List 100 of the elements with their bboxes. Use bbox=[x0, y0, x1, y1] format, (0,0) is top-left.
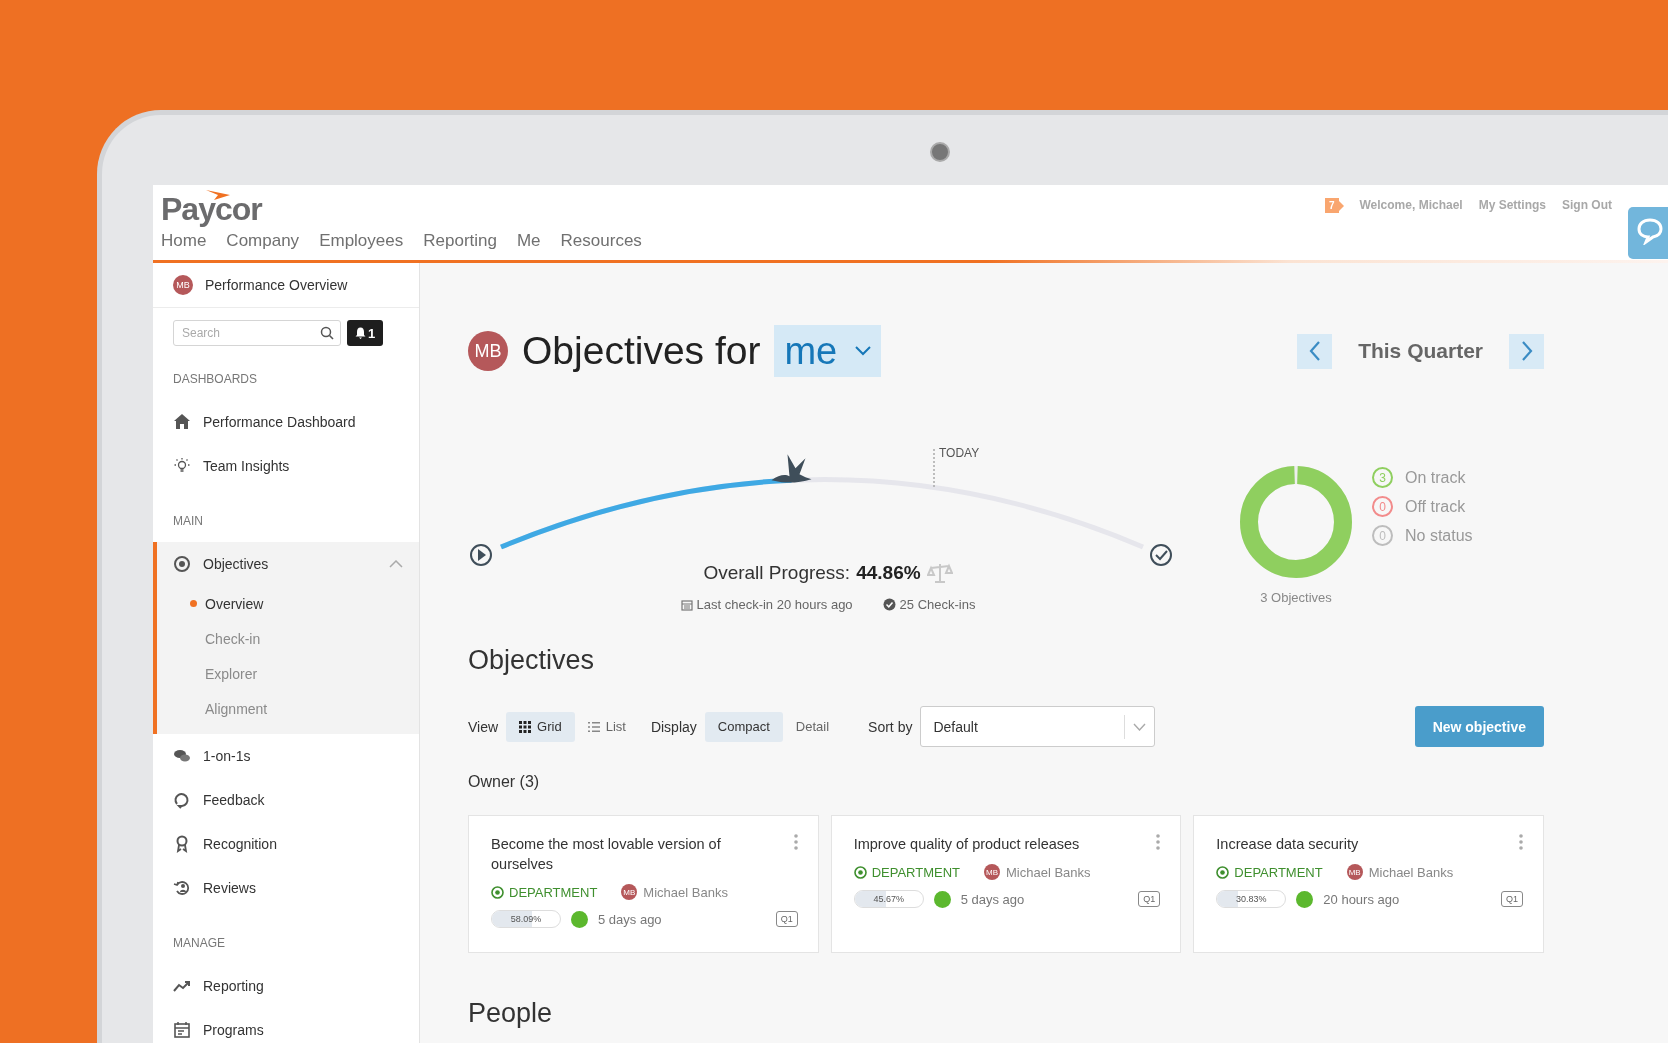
nav-link[interactable]: Me bbox=[516, 231, 541, 251]
status-label: Off track bbox=[1405, 497, 1466, 516]
sidebar-item[interactable]: Reporting bbox=[153, 964, 419, 1008]
logo[interactable]: Paycor bbox=[161, 191, 262, 227]
updated-time: 5 days ago bbox=[598, 911, 662, 927]
status-count: 0 bbox=[1372, 496, 1393, 517]
group-label: Owner (3) bbox=[468, 773, 541, 791]
status-label: On track bbox=[1405, 468, 1466, 487]
owner-name: Michael Banks bbox=[1368, 864, 1454, 880]
scale-icon bbox=[926, 562, 953, 584]
progress-value: 44.86% bbox=[856, 562, 921, 584]
quarter-tag: Q1 bbox=[1500, 891, 1523, 907]
section-title: Objectives bbox=[468, 645, 596, 676]
house-icon bbox=[173, 413, 191, 431]
avatar: MB bbox=[984, 864, 1000, 880]
tag-label: DEPARTMENT bbox=[1234, 864, 1323, 880]
sidebar-item[interactable]: 1-on-1s bbox=[153, 734, 419, 778]
start-icon bbox=[470, 544, 492, 566]
objective-card[interactable]: Increase data security DEPARTMENT MB Michael Banks 30.83% 20 hours ago Q1 bbox=[1193, 815, 1544, 953]
period-label: This Quarter bbox=[1358, 339, 1483, 363]
sidebar-subitem[interactable]: Overview bbox=[157, 586, 419, 621]
sidebar-item[interactable]: Programs bbox=[153, 1008, 419, 1043]
owner-name: Michael Banks bbox=[643, 884, 728, 900]
objective-title: Become the most lovable version of ourselves bbox=[491, 835, 722, 874]
chevron-left-icon bbox=[1308, 341, 1321, 361]
sidebar-item[interactable]: Performance Dashboard bbox=[153, 400, 419, 444]
today-line bbox=[933, 448, 935, 488]
chat-button[interactable] bbox=[1628, 207, 1668, 259]
chevron-up-icon[interactable] bbox=[389, 560, 403, 568]
progress-text: 45.67% bbox=[872, 893, 905, 906]
nav-link[interactable]: Home bbox=[161, 231, 207, 251]
caret-icon bbox=[855, 346, 872, 356]
target-icon bbox=[491, 885, 504, 899]
quarter-tag: Q1 bbox=[775, 911, 798, 927]
status-count: 3 bbox=[1372, 467, 1393, 488]
next-button[interactable] bbox=[1509, 333, 1544, 369]
last-checkin-text: Last check-in 20 hours ago bbox=[696, 597, 853, 612]
view-toggle[interactable]: List bbox=[574, 711, 639, 742]
avatar: MB bbox=[173, 275, 193, 295]
sort-dropdown[interactable]: Default bbox=[920, 706, 1156, 747]
control-label: Display bbox=[650, 718, 697, 735]
objective-card[interactable]: Become the most lovable version of ourselves DEPARTMENT MB Michael Banks 58.09% 5 days ago Q1 bbox=[468, 815, 819, 953]
tag-label: DEPARTMENT bbox=[509, 884, 598, 900]
today-label: TODAY bbox=[939, 446, 980, 460]
owner-dropdown[interactable]: me bbox=[774, 325, 882, 377]
updated-time: 5 days ago bbox=[960, 891, 1025, 907]
avatar: MB bbox=[1346, 864, 1363, 880]
search-field[interactable]: Search bbox=[173, 320, 341, 346]
bell-icon bbox=[354, 327, 366, 339]
chat-icon bbox=[1636, 217, 1664, 245]
objective-title: Improve quality of product releases bbox=[853, 835, 1080, 854]
bird-icon bbox=[771, 454, 812, 483]
calendar-icon bbox=[680, 598, 693, 611]
control-label: View bbox=[468, 718, 499, 735]
chevron-down-icon bbox=[1133, 722, 1147, 731]
section-heading: DASHBOARDS bbox=[172, 371, 259, 388]
page-title: Objectives for bbox=[522, 329, 761, 373]
view-toggle[interactable]: Grid bbox=[506, 711, 575, 742]
quarter-tag: Q1 bbox=[1138, 891, 1161, 907]
selected-dot bbox=[190, 600, 197, 607]
target-icon bbox=[1216, 865, 1230, 879]
status-label: No status bbox=[1405, 526, 1473, 545]
checkins-text: 25 Check-ins bbox=[899, 597, 976, 612]
objective-title: Increase data security bbox=[1216, 835, 1359, 854]
finish-check-icon bbox=[1150, 544, 1172, 566]
display-toggle[interactable]: Detail bbox=[782, 711, 843, 742]
list-icon bbox=[587, 720, 600, 733]
objective-card[interactable]: Improve quality of product releases DEPARTMENT MB Michael Banks 45.67% 5 days ago Q1 bbox=[830, 815, 1182, 953]
kebab-menu-icon[interactable] bbox=[1156, 834, 1161, 850]
chevron-right-icon bbox=[1520, 341, 1533, 361]
search-icon bbox=[320, 326, 334, 340]
sidebar-item[interactable]: Team Insights bbox=[153, 444, 419, 488]
pointer-icon bbox=[1338, 200, 1344, 211]
control-label: Sort by bbox=[868, 718, 913, 735]
history-person-icon bbox=[173, 879, 191, 897]
section-heading: MAIN bbox=[172, 513, 204, 530]
nav-link[interactable]: Employees bbox=[319, 231, 404, 251]
check-circle-icon bbox=[882, 598, 896, 611]
updated-time: 20 hours ago bbox=[1323, 891, 1400, 907]
target-icon bbox=[173, 555, 191, 573]
previous-button[interactable] bbox=[1297, 333, 1333, 369]
status-count: 0 bbox=[1372, 525, 1393, 546]
nav-link[interactable]: Company bbox=[226, 231, 300, 251]
avatar: MB bbox=[468, 331, 508, 371]
section-heading: MANAGE bbox=[172, 935, 226, 952]
nav-link[interactable]: Reporting bbox=[423, 231, 497, 251]
owner-name: Michael Banks bbox=[1006, 864, 1091, 880]
sidebar-item[interactable]: Objectives bbox=[157, 542, 419, 586]
sidebar-item[interactable]: Reviews bbox=[153, 866, 419, 910]
notification-button[interactable]: 1 bbox=[347, 320, 383, 346]
tag-label: DEPARTMENT bbox=[871, 864, 960, 880]
nav-link[interactable]: Resources bbox=[560, 231, 642, 251]
section-title: People bbox=[468, 997, 554, 1029]
sidebar-item[interactable]: Feedback bbox=[153, 778, 419, 822]
display-toggle[interactable]: Compact bbox=[704, 711, 783, 742]
kebab-menu-icon[interactable] bbox=[1519, 834, 1523, 850]
sidebar-item[interactable]: Performance Overview bbox=[205, 277, 348, 293]
kebab-menu-icon[interactable] bbox=[793, 834, 798, 850]
lightbulb-icon bbox=[173, 457, 191, 475]
sidebar-item[interactable]: Recognition bbox=[153, 822, 419, 866]
